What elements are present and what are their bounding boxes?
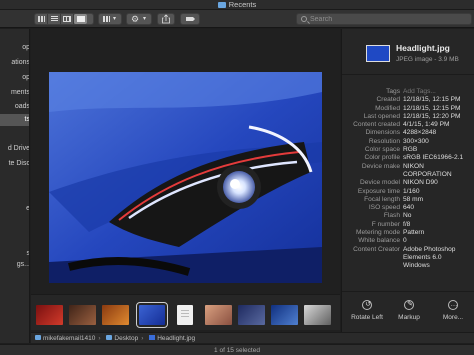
folder-icon: [217, 2, 226, 8]
home-folder-icon: [35, 335, 41, 340]
rotate-left-icon: ↺: [362, 300, 372, 310]
sidebar-item-all-tags[interactable]: gs...: [0, 259, 29, 271]
thumbnail[interactable]: [304, 305, 331, 325]
window-title: Recents: [0, 0, 474, 10]
thumbnail-document[interactable]: [177, 305, 193, 325]
divider: [342, 74, 474, 75]
thumbnail[interactable]: [69, 305, 96, 325]
metadata-row: Exposure time 1/160: [357, 187, 420, 195]
search-input[interactable]: [310, 14, 460, 24]
metadata-row: Modified 12/18/15, 12:15 PM: [375, 104, 461, 112]
quick-actions: ↺ Rotate Left ✎ Markup … More...: [342, 291, 474, 331]
sidebar-item-applications[interactable]: ations: [0, 57, 29, 69]
file-kind-size: JPEG image - 3.9 MB: [396, 56, 459, 63]
metadata-row: Device model NIKON D90: [360, 179, 438, 187]
file-thumbnail: [366, 45, 390, 62]
title-bar: Recents: [0, 0, 474, 10]
tag-button[interactable]: [180, 13, 200, 25]
metadata-row: Metering mode Pattern: [356, 229, 425, 237]
action-menu-button[interactable]: ⚙ ▾: [126, 13, 152, 25]
metadata-row: Resolution 300×300: [368, 137, 429, 145]
share-button[interactable]: [157, 13, 175, 25]
more-button[interactable]: … More...: [433, 300, 473, 321]
column-view-icon: [63, 16, 71, 22]
metadata-row: White balance 0: [358, 237, 407, 245]
markup-button[interactable]: ✎ Markup: [389, 300, 429, 321]
share-icon: [162, 14, 170, 24]
metadata-row: F number f/8: [371, 220, 411, 228]
metadata-row: Device make NIKON CORPORATION: [361, 162, 452, 178]
toolbar: ▾ ⚙ ▾: [0, 10, 474, 28]
image-file-icon: [149, 335, 156, 340]
sidebar-item-remote-disc[interactable]: te Disc: [0, 158, 29, 170]
metadata-row: Dimensions 4288×2848: [365, 129, 437, 137]
metadata-row-tags: Tags Add Tags...: [342, 88, 474, 96]
folder-icon: [106, 335, 113, 340]
metadata-row: Last opened 12/18/15, 12:20 PM: [363, 112, 461, 120]
thumbnail[interactable]: [238, 305, 265, 325]
path-segment-user[interactable]: mikefakemail1410: [35, 333, 95, 343]
path-separator-icon: ›: [141, 335, 144, 342]
gallery-view-icon: [76, 16, 85, 22]
icon-view-button[interactable]: [35, 14, 48, 24]
gear-icon: ⚙: [131, 14, 140, 24]
markup-icon: ✎: [404, 300, 414, 310]
gallery-view: [31, 29, 340, 343]
sidebar-item-documents[interactable]: ments: [0, 87, 29, 99]
metadata-row: Content created 4/1/15, 1:49 PM: [353, 121, 450, 129]
grid-dropdown-icon: [103, 16, 110, 22]
status-bar: 1 of 15 selected: [0, 344, 474, 355]
thumbnail-strip: [31, 294, 340, 330]
column-view-button[interactable]: [61, 14, 74, 24]
more-icon: …: [448, 300, 458, 310]
path-segment-file[interactable]: Headlight.jpg: [149, 333, 195, 343]
chevron-down-icon: ▾: [143, 16, 147, 22]
sidebar-item-desktop-2[interactable]: op: [0, 72, 29, 84]
file-name: Headlight.jpg: [396, 43, 450, 53]
view-mode-segmented-control[interactable]: [34, 13, 94, 25]
group-menu-button[interactable]: ▾: [98, 13, 122, 25]
preview-pane: Headlight.jpg JPEG image - 3.9 MB Tags Ad…: [341, 29, 474, 332]
sidebar-item-downloads[interactable]: oads: [0, 101, 29, 113]
sidebar-item-recents[interactable]: ts: [0, 114, 29, 126]
add-tags-field[interactable]: Add Tags...: [403, 88, 473, 96]
thumbnail[interactable]: [271, 305, 298, 325]
rotate-left-button[interactable]: ↺ Rotate Left: [347, 300, 387, 321]
list-view-icon: [50, 16, 58, 22]
headlight-photo: [49, 72, 322, 283]
thumbnail-selected[interactable]: [136, 302, 168, 328]
metadata-list: Tags Add Tags... Created 12/18/15, 12:15 P…: [342, 88, 474, 271]
gallery-view-button[interactable]: [74, 14, 87, 24]
selection-count: 1 of 15 selected: [214, 347, 260, 354]
image-preview[interactable]: [49, 72, 322, 283]
thumbnail[interactable]: [36, 305, 63, 325]
thumbnail[interactable]: [102, 305, 129, 325]
sidebar-item-icloud-drive[interactable]: d Drive: [0, 143, 29, 155]
sidebar-item-desktop[interactable]: op: [0, 42, 29, 54]
sidebar-item-home[interactable]: e: [0, 203, 29, 215]
metadata-row: Created 12/18/15, 12:15 PM: [376, 96, 461, 104]
list-view-button[interactable]: [48, 14, 61, 24]
path-separator-icon: ›: [98, 335, 101, 342]
metadata-row: Color profile sRGB IEC61966-2.1: [364, 154, 464, 162]
path-bar: mikefakemail1410 › Desktop › Headlight.jpg: [31, 332, 474, 343]
metadata-row: Content Creator Adobe Photoshop Elements …: [353, 245, 456, 270]
metadata-row: Flash No: [383, 212, 412, 220]
tag-icon: [186, 17, 195, 21]
search-icon: [301, 16, 307, 22]
sidebar: op ations op ments oads ts d Drive te Di…: [0, 29, 30, 343]
path-segment-desktop[interactable]: Desktop: [106, 333, 138, 343]
metadata-row: Color space RGB: [364, 146, 418, 154]
chevron-down-icon: ▾: [113, 16, 117, 22]
metadata-row: Focal length 58 mm: [364, 195, 424, 203]
thumbnail[interactable]: [205, 305, 232, 325]
search-field[interactable]: [296, 13, 472, 25]
metadata-row: ISO speed 640: [368, 204, 415, 212]
icon-view-icon: [37, 16, 45, 22]
